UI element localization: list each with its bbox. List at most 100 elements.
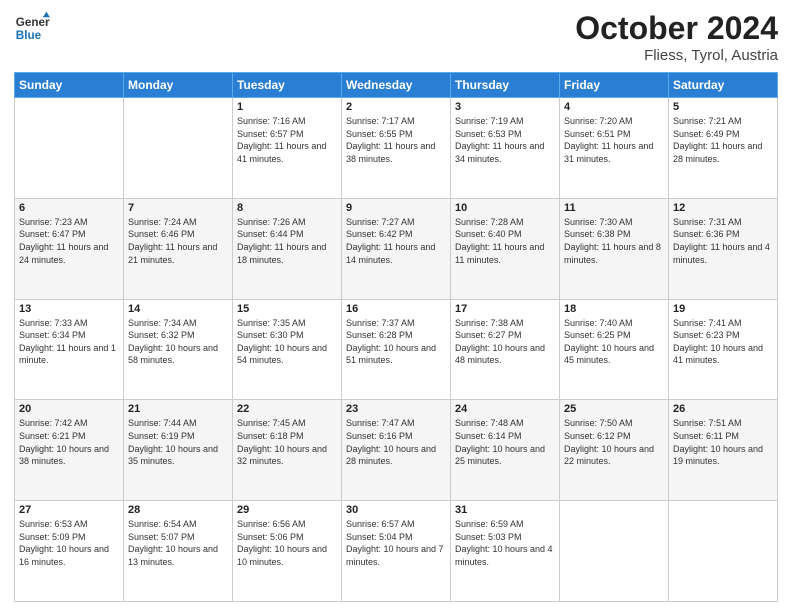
cell-info-3-5: Sunrise: 7:50 AMSunset: 6:12 PMDaylight:…	[564, 417, 664, 467]
cell-3-2: 22 Sunrise: 7:45 AMSunset: 6:18 PMDayligh…	[233, 400, 342, 501]
cell-info-2-3: Sunrise: 7:37 AMSunset: 6:28 PMDaylight:…	[346, 317, 446, 367]
day-number-0-6: 5	[673, 101, 773, 113]
day-number-3-4: 24	[455, 403, 555, 415]
day-number-1-4: 10	[455, 202, 555, 214]
day-number-3-3: 23	[346, 403, 446, 415]
cell-2-0: 13Sunrise: 7:33 AMSunset: 6:34 PMDayligh…	[15, 299, 124, 400]
cell-4-0: 27 Sunrise: 6:53 AMSunset: 5:09 PMDayligh…	[15, 501, 124, 602]
logo: General Blue	[14, 10, 54, 46]
cell-info-0-4: Sunrise: 7:19 AMSunset: 6:53 PMDaylight:…	[455, 115, 555, 165]
cell-1-4: 10 Sunrise: 7:28 AMSunset: 6:40 PMDayligh…	[451, 198, 560, 299]
cell-1-3: 9 Sunrise: 7:27 AMSunset: 6:42 PMDaylight…	[342, 198, 451, 299]
cell-0-0	[15, 98, 124, 199]
cell-info-2-1: Sunrise: 7:34 AMSunset: 6:32 PMDaylight:…	[128, 317, 228, 367]
day-number-1-0: 6	[19, 202, 119, 214]
week-row-4: 27 Sunrise: 6:53 AMSunset: 5:09 PMDayligh…	[15, 501, 778, 602]
col-tuesday: Tuesday	[233, 73, 342, 98]
cell-2-5: 18Sunrise: 7:40 AMSunset: 6:25 PMDayligh…	[560, 299, 669, 400]
cell-info-2-4: Sunrise: 7:38 AMSunset: 6:27 PMDaylight:…	[455, 317, 555, 367]
cell-info-1-6: Sunrise: 7:31 AMSunset: 6:36 PMDaylight:…	[673, 216, 773, 266]
cell-0-3: 2Sunrise: 7:17 AMSunset: 6:55 PMDaylight…	[342, 98, 451, 199]
cell-0-1	[124, 98, 233, 199]
title-location: Fliess, Tyrol, Austria	[575, 47, 778, 64]
day-number-2-3: 16	[346, 303, 446, 315]
col-saturday: Saturday	[669, 73, 778, 98]
cell-4-1: 28 Sunrise: 6:54 AMSunset: 5:07 PMDayligh…	[124, 501, 233, 602]
day-number-3-6: 26	[673, 403, 773, 415]
day-number-4-2: 29	[237, 504, 337, 516]
cell-info-3-1: Sunrise: 7:44 AMSunset: 6:19 PMDaylight:…	[128, 417, 228, 467]
logo-icon: General Blue	[14, 10, 50, 46]
day-number-1-5: 11	[564, 202, 664, 214]
cell-info-0-5: Sunrise: 7:20 AMSunset: 6:51 PMDaylight:…	[564, 115, 664, 165]
cell-4-3: 30Sunrise: 6:57 AMSunset: 5:04 PMDayligh…	[342, 501, 451, 602]
day-number-2-1: 14	[128, 303, 228, 315]
cell-2-4: 17Sunrise: 7:38 AMSunset: 6:27 PMDayligh…	[451, 299, 560, 400]
cell-info-1-1: Sunrise: 7:24 AMSunset: 6:46 PMDaylight:…	[128, 216, 228, 266]
cell-info-4-3: Sunrise: 6:57 AMSunset: 5:04 PMDaylight:…	[346, 518, 446, 568]
day-number-1-1: 7	[128, 202, 228, 214]
cell-0-6: 5 Sunrise: 7:21 AMSunset: 6:49 PMDaylight…	[669, 98, 778, 199]
cell-3-6: 26 Sunrise: 7:51 AMSunset: 6:11 PMDayligh…	[669, 400, 778, 501]
cell-2-3: 16 Sunrise: 7:37 AMSunset: 6:28 PMDayligh…	[342, 299, 451, 400]
calendar-header-row: Sunday Monday Tuesday Wednesday Thursday…	[15, 73, 778, 98]
cell-3-4: 24 Sunrise: 7:48 AMSunset: 6:14 PMDayligh…	[451, 400, 560, 501]
day-number-0-5: 4	[564, 101, 664, 113]
cell-3-5: 25 Sunrise: 7:50 AMSunset: 6:12 PMDayligh…	[560, 400, 669, 501]
cell-1-1: 7 Sunrise: 7:24 AMSunset: 6:46 PMDaylight…	[124, 198, 233, 299]
cell-2-2: 15Sunrise: 7:35 AMSunset: 6:30 PMDayligh…	[233, 299, 342, 400]
cell-1-0: 6Sunrise: 7:23 AMSunset: 6:47 PMDaylight…	[15, 198, 124, 299]
day-number-0-2: 1	[237, 101, 337, 113]
cell-2-6: 19 Sunrise: 7:41 AMSunset: 6:23 PMDayligh…	[669, 299, 778, 400]
calendar-table: Sunday Monday Tuesday Wednesday Thursday…	[14, 72, 778, 602]
cell-info-1-5: Sunrise: 7:30 AMSunset: 6:38 PMDaylight:…	[564, 216, 664, 266]
cell-1-2: 8 Sunrise: 7:26 AMSunset: 6:44 PMDaylight…	[233, 198, 342, 299]
svg-text:Blue: Blue	[16, 29, 42, 42]
day-number-3-1: 21	[128, 403, 228, 415]
cell-3-1: 21 Sunrise: 7:44 AMSunset: 6:19 PMDayligh…	[124, 400, 233, 501]
cell-3-0: 20Sunrise: 7:42 AMSunset: 6:21 PMDayligh…	[15, 400, 124, 501]
day-number-3-2: 22	[237, 403, 337, 415]
cell-info-4-2: Sunrise: 6:56 AMSunset: 5:06 PMDaylight:…	[237, 518, 337, 568]
cell-info-1-2: Sunrise: 7:26 AMSunset: 6:44 PMDaylight:…	[237, 216, 337, 266]
col-monday: Monday	[124, 73, 233, 98]
cell-info-1-3: Sunrise: 7:27 AMSunset: 6:42 PMDaylight:…	[346, 216, 446, 266]
col-wednesday: Wednesday	[342, 73, 451, 98]
day-number-3-5: 25	[564, 403, 664, 415]
day-number-2-6: 19	[673, 303, 773, 315]
cell-info-2-5: Sunrise: 7:40 AMSunset: 6:25 PMDaylight:…	[564, 317, 664, 367]
cell-info-2-2: Sunrise: 7:35 AMSunset: 6:30 PMDaylight:…	[237, 317, 337, 367]
day-number-1-2: 8	[237, 202, 337, 214]
cell-info-3-3: Sunrise: 7:47 AMSunset: 6:16 PMDaylight:…	[346, 417, 446, 467]
cell-info-2-0: Sunrise: 7:33 AMSunset: 6:34 PMDaylight:…	[19, 317, 119, 367]
day-number-1-6: 12	[673, 202, 773, 214]
day-number-4-1: 28	[128, 504, 228, 516]
calendar-body: 1Sunrise: 7:16 AMSunset: 6:57 PMDaylight…	[15, 98, 778, 602]
svg-text:General: General	[16, 16, 50, 29]
col-friday: Friday	[560, 73, 669, 98]
cell-3-3: 23 Sunrise: 7:47 AMSunset: 6:16 PMDayligh…	[342, 400, 451, 501]
cell-info-1-4: Sunrise: 7:28 AMSunset: 6:40 PMDaylight:…	[455, 216, 555, 266]
cell-1-6: 12 Sunrise: 7:31 AMSunset: 6:36 PMDayligh…	[669, 198, 778, 299]
cell-info-3-6: Sunrise: 7:51 AMSunset: 6:11 PMDaylight:…	[673, 417, 773, 467]
page: General Blue October 2024 Fliess, Tyrol,…	[0, 0, 792, 612]
cell-info-2-6: Sunrise: 7:41 AMSunset: 6:23 PMDaylight:…	[673, 317, 773, 367]
cell-info-4-0: Sunrise: 6:53 AMSunset: 5:09 PMDaylight:…	[19, 518, 119, 568]
cell-info-4-1: Sunrise: 6:54 AMSunset: 5:07 PMDaylight:…	[128, 518, 228, 568]
week-row-1: 6Sunrise: 7:23 AMSunset: 6:47 PMDaylight…	[15, 198, 778, 299]
col-sunday: Sunday	[15, 73, 124, 98]
cell-info-3-2: Sunrise: 7:45 AMSunset: 6:18 PMDaylight:…	[237, 417, 337, 467]
cell-info-0-6: Sunrise: 7:21 AMSunset: 6:49 PMDaylight:…	[673, 115, 773, 165]
week-row-2: 13Sunrise: 7:33 AMSunset: 6:34 PMDayligh…	[15, 299, 778, 400]
col-thursday: Thursday	[451, 73, 560, 98]
day-number-0-3: 2	[346, 101, 446, 113]
cell-0-5: 4 Sunrise: 7:20 AMSunset: 6:51 PMDaylight…	[560, 98, 669, 199]
week-row-3: 20Sunrise: 7:42 AMSunset: 6:21 PMDayligh…	[15, 400, 778, 501]
cell-info-3-4: Sunrise: 7:48 AMSunset: 6:14 PMDaylight:…	[455, 417, 555, 467]
day-number-4-0: 27	[19, 504, 119, 516]
title-month: October 2024	[575, 10, 778, 47]
day-number-0-4: 3	[455, 101, 555, 113]
week-row-0: 1Sunrise: 7:16 AMSunset: 6:57 PMDaylight…	[15, 98, 778, 199]
cell-4-6	[669, 501, 778, 602]
day-number-1-3: 9	[346, 202, 446, 214]
